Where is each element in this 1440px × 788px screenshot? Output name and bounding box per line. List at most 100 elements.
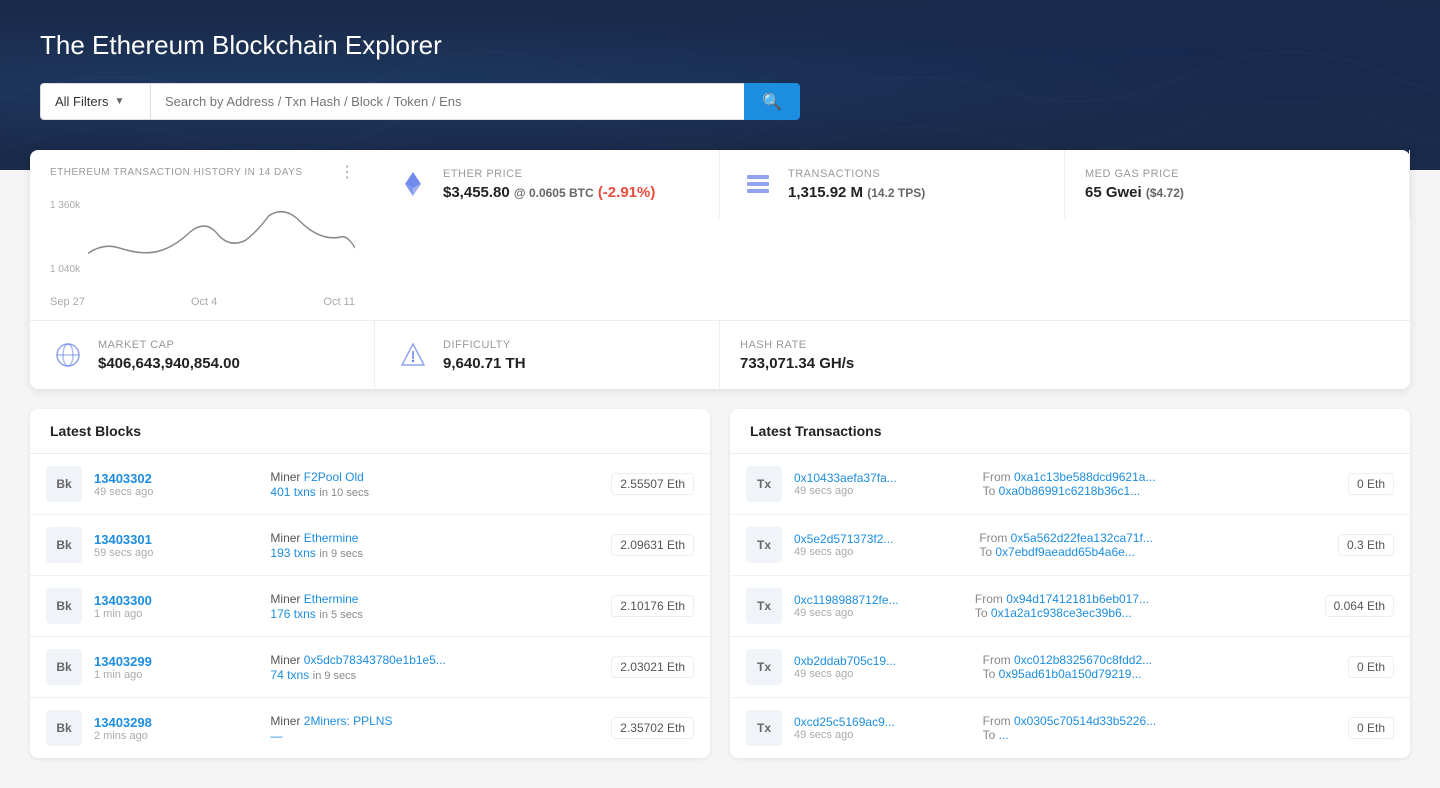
- transactions-label: TRANSACTIONS: [788, 168, 925, 180]
- main-content: Latest Blocks Bk 13403302 49 secs ago Mi…: [0, 409, 1440, 788]
- difficulty-cell: DIFFICULTY 9,640.71 TH: [375, 321, 720, 389]
- miner-name[interactable]: 2Miners: PPLNS: [304, 714, 393, 728]
- latest-transactions-panel: Latest Transactions Tx 0x10433aefa37fa..…: [730, 409, 1410, 758]
- difficulty-icon: [395, 337, 431, 373]
- chevron-down-icon: ▼: [114, 96, 124, 107]
- miner-name[interactable]: Ethermine: [304, 531, 359, 545]
- ether-price-cell: ETHER PRICE $3,455.80 @ 0.0605 BTC (-2.9…: [375, 150, 720, 218]
- block-miner: Miner Ethermine 193 txns in 9 secs: [270, 531, 599, 560]
- miner-label: Miner 2Miners: PPLNS: [270, 714, 599, 728]
- txns-info: 401 txns in 10 secs: [270, 484, 599, 499]
- from-address[interactable]: 0xa1c13be588dcd9621a...: [1014, 470, 1155, 484]
- block-badge: Bk: [46, 527, 82, 563]
- from-address[interactable]: 0xc012b8325670c8fdd2...: [1014, 653, 1152, 667]
- from-address[interactable]: 0x94d17412181b6eb017...: [1006, 592, 1149, 606]
- tx-to: To ...: [983, 728, 1336, 742]
- tx-value: 0.064 Eth: [1325, 595, 1394, 617]
- transactions-list: Tx 0x10433aefa37fa... 49 secs ago From 0…: [730, 454, 1410, 758]
- tx-detail: From 0x5a562d22fea132ca71f... To 0x7ebdf…: [979, 531, 1326, 559]
- block-time: 2 mins ago: [94, 730, 258, 742]
- tx-to: To 0x95ad61b0a150d79219...: [983, 667, 1336, 681]
- tx-time: 49 secs ago: [794, 546, 967, 558]
- block-badge: Bk: [46, 466, 82, 502]
- filter-label: All Filters: [55, 94, 108, 109]
- block-badge: Bk: [46, 588, 82, 624]
- market-cap-icon: [50, 337, 86, 373]
- search-button[interactable]: 🔍: [744, 83, 800, 120]
- block-info: 13403302 49 secs ago: [94, 471, 258, 498]
- to-address[interactable]: ...: [999, 728, 1009, 742]
- block-badge: Bk: [46, 710, 82, 746]
- chart-menu-icon[interactable]: ⋮: [339, 162, 355, 182]
- tx-detail: From 0x94d17412181b6eb017... To 0x1a2a1c…: [975, 592, 1313, 620]
- tx-info: 0xcd25c5169ac9... 49 secs ago: [794, 715, 971, 741]
- txns-info: 193 txns in 9 secs: [270, 545, 599, 560]
- txns-link[interactable]: —: [270, 729, 282, 743]
- latest-transactions-header: Latest Transactions: [730, 409, 1410, 454]
- block-number[interactable]: 13403302: [94, 471, 258, 486]
- gas-price-label: MED GAS PRICE: [1085, 168, 1184, 180]
- tx-hash[interactable]: 0xcd25c5169ac9...: [794, 715, 971, 729]
- to-address[interactable]: 0x7ebdf9aeadd65b4a6e...: [995, 545, 1134, 559]
- block-miner: Miner 0x5dcb78343780e1b1e5... 74 txns in…: [270, 653, 599, 682]
- tx-hash[interactable]: 0x5e2d571373f2...: [794, 532, 967, 546]
- tx-hash[interactable]: 0xb2ddab705c19...: [794, 654, 971, 668]
- chart-cell: ETHEREUM TRANSACTION HISTORY IN 14 DAYS …: [30, 150, 375, 320]
- tx-detail: From 0xa1c13be588dcd9621a... To 0xa0b869…: [983, 470, 1336, 498]
- search-input[interactable]: [150, 83, 744, 120]
- transactions-cell: TRANSACTIONS 1,315.92 M (14.2 TPS): [720, 150, 1065, 218]
- block-number[interactable]: 13403301: [94, 532, 258, 547]
- txns-link[interactable]: 401 txns: [270, 485, 315, 499]
- block-time: 49 secs ago: [94, 486, 258, 498]
- filter-button[interactable]: All Filters ▼: [40, 83, 150, 120]
- transaction-chart: [88, 200, 355, 280]
- header: The Ethereum Blockchain Explorer All Fil…: [0, 0, 1440, 170]
- to-address[interactable]: 0xa0b86991c6218b36c1...: [999, 484, 1140, 498]
- miner-name[interactable]: F2Pool Old: [304, 470, 364, 484]
- to-address[interactable]: 0x95ad61b0a150d79219...: [999, 667, 1142, 681]
- to-address[interactable]: 0x1a2a1c938ce3ec39b6...: [991, 606, 1132, 620]
- tx-badge: Tx: [746, 588, 782, 624]
- block-number[interactable]: 13403298: [94, 715, 258, 730]
- txns-in: in 10 secs: [319, 487, 369, 499]
- table-row: Bk 13403300 1 min ago Miner Ethermine 17…: [30, 576, 710, 637]
- txns-in: in 9 secs: [313, 670, 356, 682]
- txns-info: —: [270, 728, 599, 743]
- block-miner: Miner 2Miners: PPLNS —: [270, 714, 599, 743]
- block-number[interactable]: 13403299: [94, 654, 258, 669]
- tx-hash[interactable]: 0x10433aefa37fa...: [794, 471, 971, 485]
- tx-value: 0 Eth: [1348, 656, 1394, 678]
- block-info: 13403301 59 secs ago: [94, 532, 258, 559]
- miner-name[interactable]: 0x5dcb78343780e1b1e5...: [304, 653, 446, 667]
- txns-link[interactable]: 193 txns: [270, 546, 315, 560]
- table-row: Bk 13403302 49 secs ago Miner F2Pool Old…: [30, 454, 710, 515]
- table-row: Tx 0x5e2d571373f2... 49 secs ago From 0x…: [730, 515, 1410, 576]
- block-time: 1 min ago: [94, 608, 258, 620]
- block-reward: 2.09631 Eth: [611, 534, 694, 556]
- search-icon: 🔍: [762, 94, 782, 111]
- miner-name[interactable]: Ethermine: [304, 592, 359, 606]
- hash-rate-label: HASH RATE: [740, 339, 854, 351]
- tx-to: To 0xa0b86991c6218b36c1...: [983, 484, 1336, 498]
- block-number[interactable]: 13403300: [94, 593, 258, 608]
- gas-price-value: 65 Gwei ($4.72): [1085, 184, 1184, 201]
- tx-from: From 0x5a562d22fea132ca71f...: [979, 531, 1326, 545]
- tx-from: From 0x0305c70514d33b5226...: [983, 714, 1336, 728]
- txns-link[interactable]: 74 txns: [270, 668, 309, 682]
- tx-info: 0x5e2d571373f2... 49 secs ago: [794, 532, 967, 558]
- transactions-value: 1,315.92 M (14.2 TPS): [788, 184, 925, 201]
- market-cap-value: $406,643,940,854.00: [98, 355, 240, 372]
- block-info: 13403299 1 min ago: [94, 654, 258, 681]
- chart-y-high: 1 360k: [50, 200, 80, 211]
- table-row: Bk 13403299 1 min ago Miner 0x5dcb783437…: [30, 637, 710, 698]
- tx-badge: Tx: [746, 710, 782, 746]
- txns-info: 176 txns in 5 secs: [270, 606, 599, 621]
- tx-hash[interactable]: 0xc1198988712fe...: [794, 593, 963, 607]
- block-time: 59 secs ago: [94, 547, 258, 559]
- difficulty-value: 9,640.71 TH: [443, 355, 526, 372]
- from-address[interactable]: 0x0305c70514d33b5226...: [1014, 714, 1156, 728]
- txns-link[interactable]: 176 txns: [270, 607, 315, 621]
- tx-badge: Tx: [746, 649, 782, 685]
- from-address[interactable]: 0x5a562d22fea132ca71f...: [1011, 531, 1153, 545]
- transactions-icon: [740, 166, 776, 202]
